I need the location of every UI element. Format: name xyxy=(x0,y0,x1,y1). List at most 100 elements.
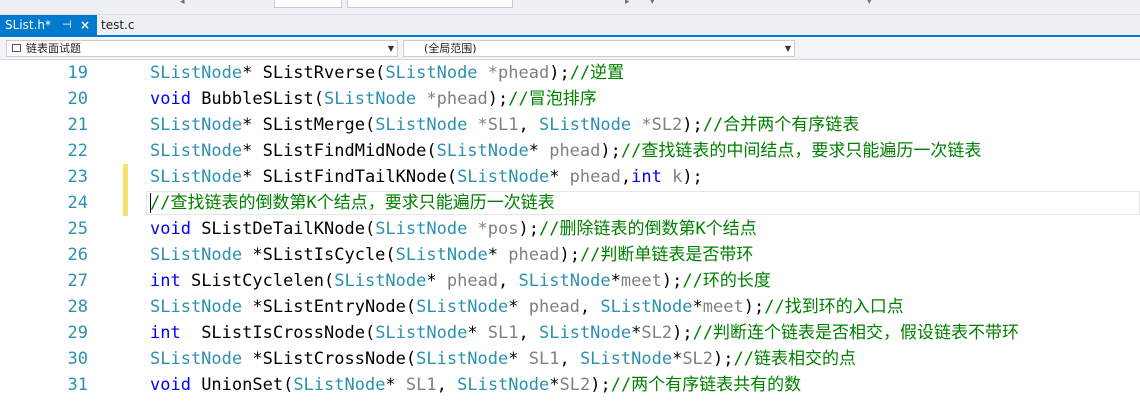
code-token: , xyxy=(498,271,519,291)
close-icon[interactable]: × xyxy=(80,15,90,35)
code-token: ); xyxy=(743,297,765,317)
code-token: *phead xyxy=(416,89,488,109)
solution-config-dropdown[interactable] xyxy=(274,0,342,8)
tab-label: SList.h* xyxy=(5,18,52,32)
tab-test-c[interactable]: test.c xyxy=(101,15,134,35)
code-token: *phead xyxy=(477,63,550,83)
code-token: , xyxy=(620,167,632,187)
code-line[interactable]: 29 int SListIsCrossNode(SListNode* SL1, S… xyxy=(0,320,1140,346)
code-token: int xyxy=(150,323,181,343)
code-token: * xyxy=(467,323,478,343)
code-token: //删除链表的倒数第K个结点 xyxy=(538,219,757,239)
code-line[interactable]: 23 SListNode* SListFindTailKNode(SListNod… xyxy=(0,164,1140,190)
debug-target-icon[interactable]: ▸ xyxy=(625,0,630,7)
code-token: *pos xyxy=(467,219,519,239)
code-text: SListNode *SListCrossNode(SListNode* SL1… xyxy=(150,346,856,372)
member-scope-value: (全局范围) xyxy=(424,42,477,55)
code-token: *SL1 xyxy=(467,115,519,135)
code-token: SListNode xyxy=(457,375,550,395)
project-scope-dropdown[interactable]: 链表面试题 ▼ xyxy=(6,40,398,57)
code-token: * SListRverse( xyxy=(242,63,386,83)
pin-icon[interactable]: ⊣ xyxy=(62,15,72,35)
code-token: //逆置 xyxy=(569,63,625,83)
code-token: void xyxy=(150,219,191,239)
code-token: * xyxy=(672,349,683,369)
code-text: void BubbleSList(SListNode *phead);//冒泡排… xyxy=(150,86,597,112)
code-text: int SListCyclelen(SListNode* phead, SLis… xyxy=(150,268,771,294)
code-line[interactable]: 25 void SListDeTailKNode(SListNode *pos);… xyxy=(0,216,1140,242)
code-token: SListNode xyxy=(375,323,468,343)
code-token: * xyxy=(508,349,519,369)
code-token: SListCyclelen( xyxy=(180,271,335,291)
code-token: phead xyxy=(436,271,499,291)
code-token: SL2 xyxy=(641,323,673,343)
code-text: SListNode* SListFindTailKNode(SListNode*… xyxy=(150,164,703,190)
code-line[interactable]: 24 //查找链表的倒数第K个结点，要求只能遍历一次链表 xyxy=(0,190,1140,216)
code-token: void xyxy=(150,375,191,395)
code-token: ); xyxy=(487,89,509,109)
toolbar-button-icon[interactable]: ◂ xyxy=(180,0,185,7)
code-line[interactable]: 20 void BubbleSList(SListNode *phead);//冒… xyxy=(0,86,1140,112)
code-token: * xyxy=(508,297,519,317)
code-token: UnionSet( xyxy=(190,375,294,395)
code-token: SL1 xyxy=(518,349,560,369)
code-token: , xyxy=(518,115,539,135)
chevron-down-icon: ▼ xyxy=(784,44,791,53)
toolbar: ◂ ▸ ▾ ▾ xyxy=(0,0,1140,15)
code-token: , xyxy=(559,349,580,369)
line-number: 22 xyxy=(67,141,88,161)
code-line[interactable]: 27 int SListCyclelen(SListNode* phead, SL… xyxy=(0,268,1140,294)
member-scope-dropdown[interactable]: (全局范围) ▼ xyxy=(403,40,795,57)
code-token: //判断连个链表是否相交，假设链表不带环 xyxy=(692,323,1020,343)
code-token: * xyxy=(385,375,396,395)
code-token: SListNode xyxy=(150,245,243,265)
code-token: SListNode xyxy=(539,323,632,343)
code-token: SListNode xyxy=(334,271,427,291)
code-line[interactable]: 21 SListNode* SListMerge(SListNode *SL1, … xyxy=(0,112,1140,138)
code-token: SListNode xyxy=(375,115,468,135)
code-editor[interactable]: 19 SListNode* SListRverse(SListNode *phea… xyxy=(0,60,1140,401)
line-number: 26 xyxy=(67,245,88,265)
code-token: SListNode xyxy=(518,271,611,291)
line-number: 30 xyxy=(67,349,88,369)
code-token: ); xyxy=(672,323,693,343)
code-token: SListNode xyxy=(579,349,673,369)
code-token: SListNode xyxy=(416,349,509,369)
code-token: SListNode xyxy=(150,349,243,369)
code-token: SListNode xyxy=(375,219,468,239)
code-token: SL2 xyxy=(682,349,714,369)
code-line[interactable]: 19 SListNode* SListRverse(SListNode *phea… xyxy=(0,60,1140,86)
code-line[interactable]: 31 void UnionSet(SListNode* SL1, SListNod… xyxy=(0,372,1140,398)
code-line[interactable]: 26 SListNode *SListIsCycle(SListNode* phe… xyxy=(0,242,1140,268)
code-token: SListNode xyxy=(293,375,386,395)
code-line[interactable]: 22 SListNode* SListFindMidNode(SListNode*… xyxy=(0,138,1140,164)
code-token: , xyxy=(518,323,539,343)
project-icon xyxy=(12,44,21,52)
line-number: 19 xyxy=(67,63,88,83)
code-token: //判断单链表是否带环 xyxy=(579,245,754,265)
code-token: *SL2 xyxy=(631,115,683,135)
code-text: void SListDeTailKNode(SListNode *pos);//… xyxy=(150,216,757,242)
code-token: SListNode xyxy=(324,89,417,109)
tab-slist-h[interactable]: SList.h* ⊣ × xyxy=(0,15,97,35)
line-number: 27 xyxy=(67,271,88,291)
line-number: 21 xyxy=(67,115,88,135)
code-token: ); xyxy=(518,219,539,239)
tab-label: test.c xyxy=(101,18,135,32)
code-token: //链表相交的点 xyxy=(733,349,856,369)
code-text: SListNode *SListIsCycle(SListNode* phead… xyxy=(150,242,753,268)
toolbar-dropdown-icon[interactable]: ▾ xyxy=(650,0,655,7)
code-line[interactable]: 28 SListNode *SListEntryNode(SListNode* p… xyxy=(0,294,1140,320)
code-token: * xyxy=(549,167,560,187)
code-line[interactable]: 30 SListNode *SListCrossNode(SListNode* S… xyxy=(0,346,1140,372)
tab-strip-underline xyxy=(0,35,1140,37)
code-token: ); xyxy=(549,63,570,83)
code-token: ); xyxy=(682,167,703,187)
code-token: SListNode xyxy=(436,141,529,161)
toolbar-overflow-icon[interactable]: ▾ xyxy=(867,0,872,7)
code-token: ); xyxy=(682,115,703,135)
platform-dropdown[interactable] xyxy=(347,0,513,8)
code-token: //合并两个有序链表 xyxy=(702,115,860,135)
code-token: *SListIsCycle( xyxy=(242,245,396,265)
code-token: SListNode xyxy=(395,245,488,265)
